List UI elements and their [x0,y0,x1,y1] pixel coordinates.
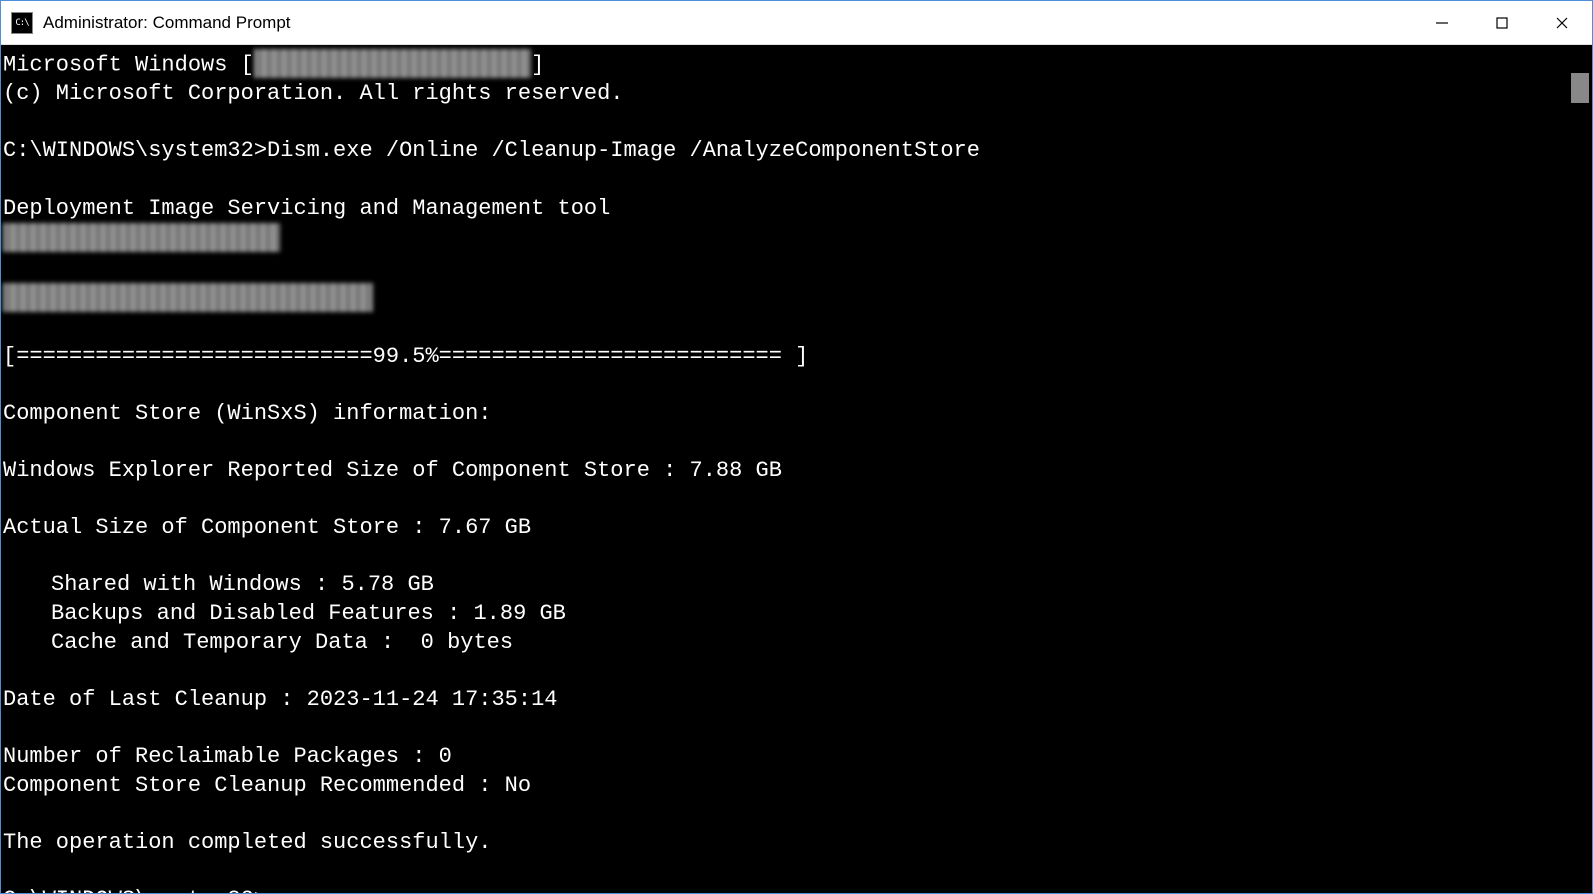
progress-bar-text: [===========================99.5%=======… [3,344,808,369]
shared-line: Shared with Windows : 5.78 GB [3,571,434,600]
minimize-button[interactable] [1412,1,1472,44]
minimize-icon [1435,16,1449,30]
scrollbar[interactable] [1568,45,1592,893]
success-line: The operation completed successfully. [3,830,491,855]
maximize-icon [1495,16,1509,30]
last-cleanup-line: Date of Last Cleanup : 2023-11-24 17:35:… [3,687,558,712]
cmd-icon: C:\ [11,12,33,34]
command-text: Dism.exe /Online /Cleanup-Image /Analyze… [267,138,980,163]
close-icon [1555,16,1569,30]
command-prompt-window: C:\ Administrator: Command Prompt Micros… [0,0,1593,894]
redacted-dism-version: XXXXXXX XXXXXX XXXXXX [3,223,280,252]
actual-size-line: Actual Size of Component Store : 7.67 GB [3,515,531,540]
reclaimable-line: Number of Reclaimable Packages : 0 [3,744,452,769]
window-controls [1412,1,1592,44]
os-line-prefix: Microsoft Windows [ [3,53,254,78]
dism-header: Deployment Image Servicing and Managemen… [3,196,610,221]
terminal-area: Microsoft Windows [XXXXXXXX XX XXXXXXXXX… [1,45,1592,893]
redacted-version: XXXXXXXX XX XXXXXXXXX [254,49,531,78]
os-line-suffix: ] [531,53,544,78]
titlebar[interactable]: C:\ Administrator: Command Prompt [1,1,1592,45]
section-header: Component Store (WinSxS) information: [3,401,491,426]
close-button[interactable] [1532,1,1592,44]
redacted-image-version: XXXXX XXXXXXX XXXXXXXXXXXXX [3,283,373,312]
scroll-thumb[interactable] [1571,73,1589,103]
window-title: Administrator: Command Prompt [43,13,1412,33]
backups-line: Backups and Disabled Features : 1.89 GB [3,600,566,629]
terminal-output[interactable]: Microsoft Windows [XXXXXXXX XX XXXXXXXXX… [1,45,1568,893]
maximize-button[interactable] [1472,1,1532,44]
reported-size-line: Windows Explorer Reported Size of Compon… [3,458,782,483]
cache-line: Cache and Temporary Data : 0 bytes [3,629,513,658]
prompt-path: C:\WINDOWS\system32> [3,138,267,163]
recommended-line: Component Store Cleanup Recommended : No [3,773,531,798]
prompt-path-2: C:\WINDOWS\system32> [3,887,267,893]
copyright-line: (c) Microsoft Corporation. All rights re… [3,81,624,106]
